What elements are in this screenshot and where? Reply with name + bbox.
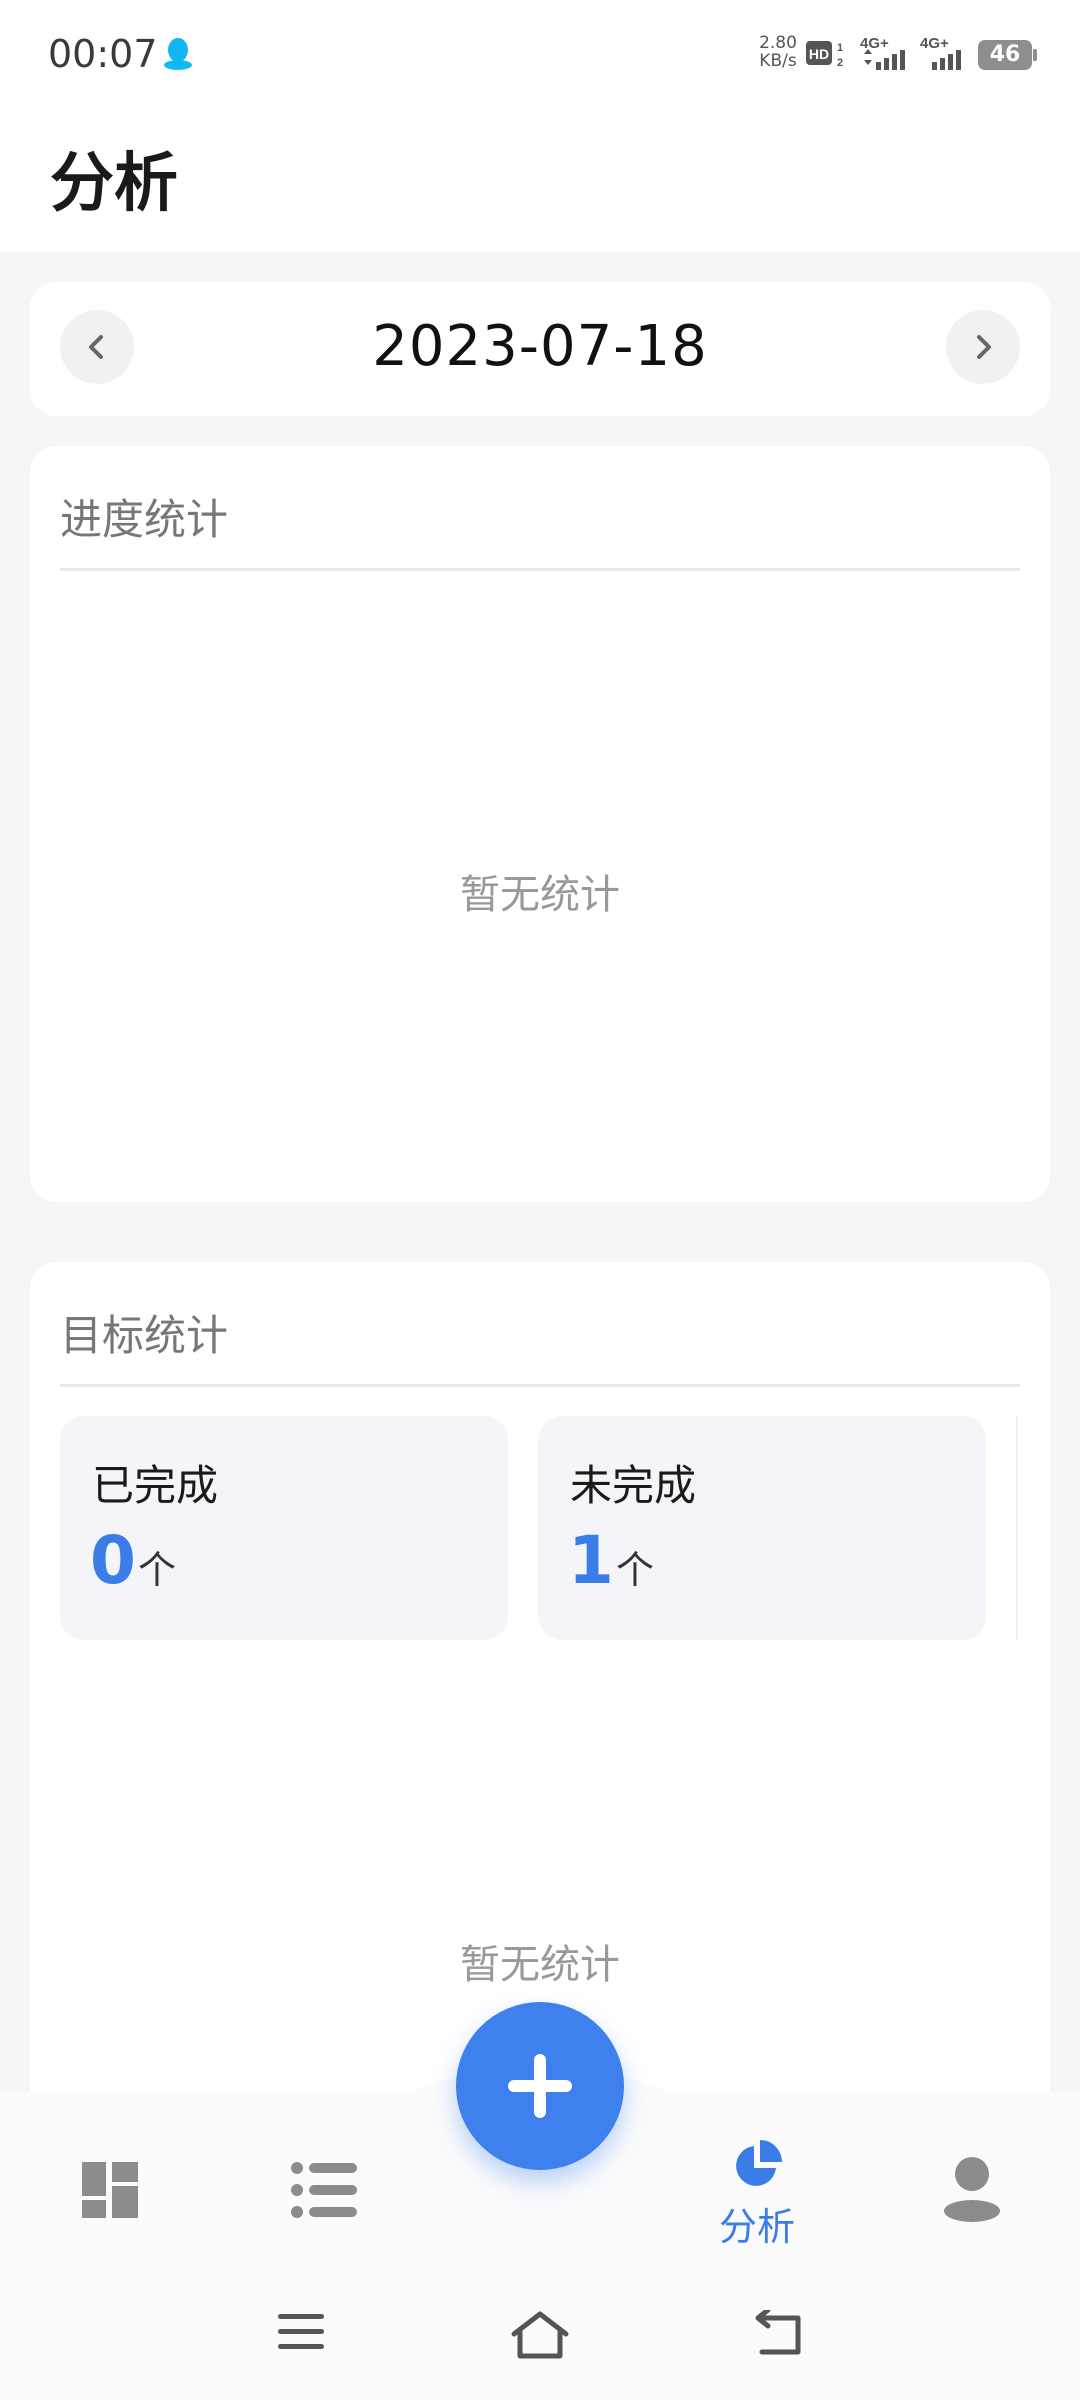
system-navigation-bar bbox=[0, 2272, 1080, 2400]
signal-icon-sim1: 4G+ bbox=[860, 34, 912, 78]
next-day-button[interactable] bbox=[946, 310, 1020, 384]
home-button[interactable] bbox=[510, 2310, 570, 2364]
signal-icon-sim2: 4G+ bbox=[920, 34, 972, 78]
network-speed: 2.80 KB/s bbox=[756, 34, 800, 70]
add-button[interactable] bbox=[456, 2002, 624, 2170]
divider bbox=[60, 1384, 1020, 1387]
status-bar: 00:07 2.80 KB/s HD 1 2 4G+ 4G+ 46 bbox=[0, 0, 1080, 110]
status-time: 00:07 bbox=[48, 32, 158, 76]
page-header: 分析 bbox=[0, 110, 1080, 252]
uncompleted-count: 1 bbox=[568, 1522, 614, 1599]
nav-item-profile[interactable] bbox=[912, 2130, 1032, 2260]
dashboard-icon bbox=[82, 2162, 138, 2218]
divider bbox=[60, 568, 1020, 571]
goal-empty-text: 暂无统计 bbox=[460, 1942, 620, 1988]
progress-stats-card: 进度统计 暂无统计 bbox=[30, 446, 1050, 1202]
completed-count: 0 bbox=[90, 1522, 136, 1599]
hd-volte-icon: HD 1 2 bbox=[806, 38, 846, 74]
nav-item-list[interactable] bbox=[264, 2130, 384, 2260]
progress-empty-text: 暂无统计 bbox=[460, 872, 620, 918]
chevron-right-icon bbox=[977, 335, 991, 359]
uncompleted-goals-tile[interactable]: 未完成 1个 bbox=[538, 1416, 986, 1640]
recent-apps-button[interactable] bbox=[276, 2310, 326, 2358]
tile-value: 0个 bbox=[90, 1522, 176, 1599]
tile-value: 1个 bbox=[568, 1522, 654, 1599]
next-tile-peek[interactable] bbox=[1016, 1416, 1050, 1640]
nav-item-dashboard[interactable] bbox=[50, 2130, 170, 2260]
date-navigator: 2023-07-18 bbox=[30, 282, 1050, 416]
hd-sim2: 2 bbox=[837, 57, 843, 69]
signal1-label: 4G+ bbox=[860, 35, 889, 52]
progress-stats-title: 进度统计 bbox=[60, 495, 229, 544]
pie-chart-icon bbox=[736, 2140, 782, 2186]
current-date[interactable]: 2023-07-18 bbox=[30, 314, 1050, 379]
network-speed-value: 2.80 bbox=[759, 33, 797, 53]
hd-label: HD bbox=[809, 46, 829, 62]
plus-icon bbox=[508, 2054, 572, 2118]
tile-label: 已完成 bbox=[92, 1461, 219, 1510]
signal2-label: 4G+ bbox=[920, 35, 949, 52]
page-title: 分析 bbox=[50, 147, 178, 221]
goal-stats-title: 目标统计 bbox=[60, 1311, 229, 1360]
count-unit: 个 bbox=[137, 1548, 176, 1592]
battery-indicator: 46 bbox=[978, 40, 1037, 70]
menu-icon bbox=[278, 2314, 324, 2349]
back-icon bbox=[755, 2307, 801, 2355]
home-icon bbox=[511, 2311, 569, 2359]
list-icon bbox=[291, 2162, 357, 2218]
network-speed-unit: KB/s bbox=[759, 51, 797, 71]
hd-sim1: 1 bbox=[837, 42, 843, 54]
tile-label: 未完成 bbox=[570, 1461, 697, 1510]
qq-notification-icon bbox=[162, 36, 194, 72]
nav-label-analysis: 分析 bbox=[718, 2205, 795, 2249]
back-button[interactable] bbox=[754, 2307, 804, 2360]
profile-icon bbox=[944, 2157, 1000, 2222]
nav-item-analysis[interactable]: 分析 bbox=[697, 2130, 817, 2260]
completed-goals-tile[interactable]: 已完成 0个 bbox=[60, 1416, 508, 1640]
count-unit: 个 bbox=[615, 1548, 654, 1592]
